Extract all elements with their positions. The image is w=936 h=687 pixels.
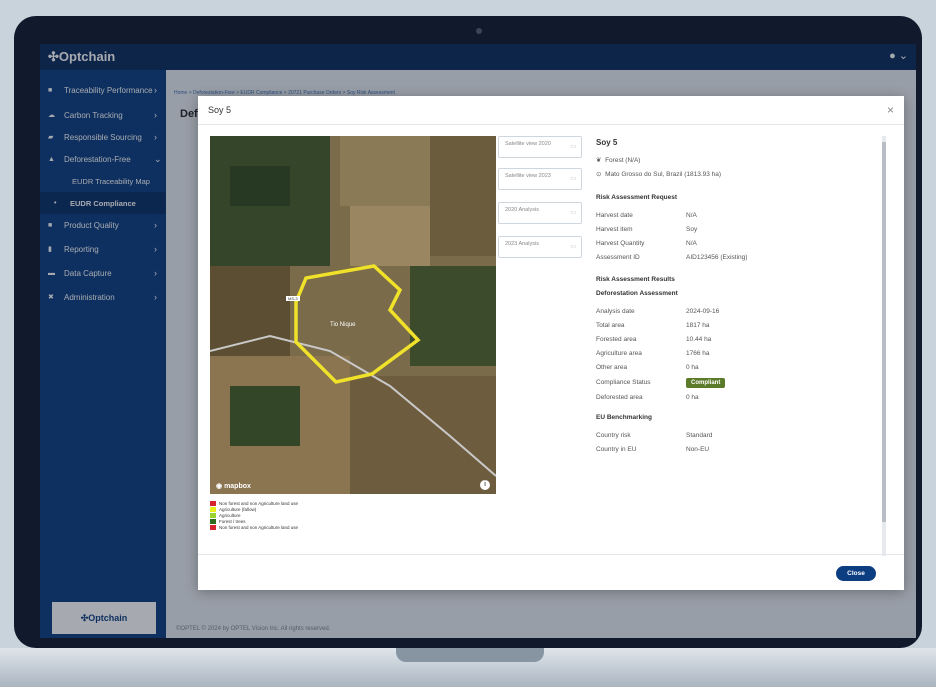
forest-text: Forest (N/A)	[605, 157, 641, 164]
legend-label: Forest / trees	[219, 518, 246, 524]
legend-swatch	[210, 524, 216, 530]
field-value: N/A	[686, 212, 697, 219]
scrollbar-thumb[interactable]	[882, 142, 886, 522]
field-value: 2024-09-16	[686, 308, 720, 315]
legend-swatch	[210, 518, 216, 524]
image-icon: ▭	[570, 176, 576, 182]
tile-label: Satellite view 2020	[505, 141, 551, 147]
field-value: Standard	[686, 432, 713, 439]
plot-detail-modal: Soy 5 × MS-3 Tio Nique ◉ mapbox i Non fo…	[198, 96, 904, 590]
field-value: 1766 ha	[686, 350, 710, 357]
mapbox-attribution[interactable]: ◉ mapbox	[216, 482, 251, 490]
tile-label: Satellite view 2023	[505, 173, 551, 179]
image-icon: ▭	[570, 210, 576, 216]
location-text: Mato Grosso do Sul, Brazil (1813.93 ha)	[605, 171, 722, 178]
field-key: Harvest date	[596, 212, 633, 219]
field-key: Agriculture area	[596, 350, 642, 357]
legend-label: Agriculture	[219, 512, 241, 518]
tile-satellite-2020[interactable]: Satellite view 2020 ▭	[498, 136, 582, 158]
map-imagery	[210, 136, 496, 494]
legend-item: Non forest and non Agriculture land use	[210, 524, 298, 530]
field-key: Country risk	[596, 432, 631, 439]
road-label: MS-3	[286, 296, 300, 301]
forest-row: ❦ Forest (N/A)	[596, 156, 640, 164]
location-row: ⊙ Mato Grosso do Sul, Brazil (1813.93 ha…	[596, 170, 721, 178]
field-key: Harvest item	[596, 226, 633, 233]
compliance-status-badge: Compliant	[686, 378, 726, 388]
request-heading: Risk Assessment Request	[596, 194, 678, 201]
field-key: Deforested area	[596, 394, 643, 401]
plot-name: Soy 5	[596, 138, 618, 147]
field-key: Assessment ID	[596, 254, 640, 261]
info-icon[interactable]: i	[480, 480, 490, 490]
image-icon: ▭	[570, 144, 576, 150]
image-icon: ▭	[570, 244, 576, 250]
field-value: 0 ha	[686, 364, 699, 371]
field-key: Compliance Status	[596, 379, 651, 386]
satellite-map[interactable]: MS-3 Tio Nique ◉ mapbox i	[210, 136, 496, 494]
tile-label: 2023 Analysis	[505, 241, 539, 247]
eu-heading: EU Benchmarking	[596, 414, 652, 421]
laptop-frame: ✣Optchain ● ⌄ ■ Traceability Performance ›…	[0, 0, 936, 687]
legend-swatch	[210, 512, 216, 518]
place-label: Tio Nique	[330, 322, 356, 328]
field-value: AID123456 (Existing)	[686, 254, 748, 261]
field-value: Non-EU	[686, 446, 710, 453]
field-key: Analysis date	[596, 308, 635, 315]
field-key: Other area	[596, 364, 628, 371]
modal-title: Soy 5	[208, 105, 232, 115]
divider	[198, 124, 904, 125]
legend-swatch	[210, 506, 216, 512]
tree-icon: ❦	[596, 157, 602, 164]
tile-analysis-2023[interactable]: 2023 Analysis ▭	[498, 236, 582, 258]
scrollbar[interactable]	[882, 136, 886, 556]
field-value: Soy	[686, 226, 698, 233]
screen: ✣Optchain ● ⌄ ■ Traceability Performance ›…	[40, 44, 916, 638]
field-key: Country in EU	[596, 446, 637, 453]
tile-label: 2020 Analysis	[505, 207, 539, 213]
close-icon[interactable]: ×	[887, 103, 894, 117]
results-heading: Risk Assessment Results	[596, 276, 675, 283]
legend-label: Non forest and non Agriculture land use	[219, 524, 299, 530]
divider	[198, 554, 904, 555]
plot-info-panel: Soy 5 ❦ Forest (N/A) ⊙ Mato Grosso do Su…	[596, 136, 882, 556]
mapbox-logo-icon: ◉	[216, 483, 223, 490]
location-pin-icon: ⊙	[596, 171, 602, 178]
field-key: Forested area	[596, 336, 637, 343]
attribution-text: mapbox	[224, 483, 251, 490]
legend-swatch	[210, 500, 216, 506]
laptop-notch	[396, 648, 544, 662]
tile-satellite-2023[interactable]: Satellite view 2023 ▭	[498, 168, 582, 190]
map-legend: Non forest and non Agriculture land use …	[210, 500, 298, 530]
legend-item: Non forest and non Agriculture land use	[210, 500, 298, 506]
field-value: 0 ha	[686, 394, 699, 401]
field-key: Harvest Quantity	[596, 240, 645, 247]
camera-icon	[476, 28, 482, 34]
deforestation-heading: Deforestation Assessment	[596, 290, 678, 297]
legend-label: Non forest and non Agriculture land use	[219, 500, 299, 506]
field-value: N/A	[686, 240, 697, 247]
field-value: 10.44 ha	[686, 336, 712, 343]
field-key: Total area	[596, 322, 625, 329]
tile-analysis-2020[interactable]: 2020 Analysis ▭	[498, 202, 582, 224]
legend-label: Agriculture (fallow)	[219, 506, 257, 512]
close-button[interactable]: Close	[836, 566, 876, 581]
field-value: 1817 ha	[686, 322, 710, 329]
